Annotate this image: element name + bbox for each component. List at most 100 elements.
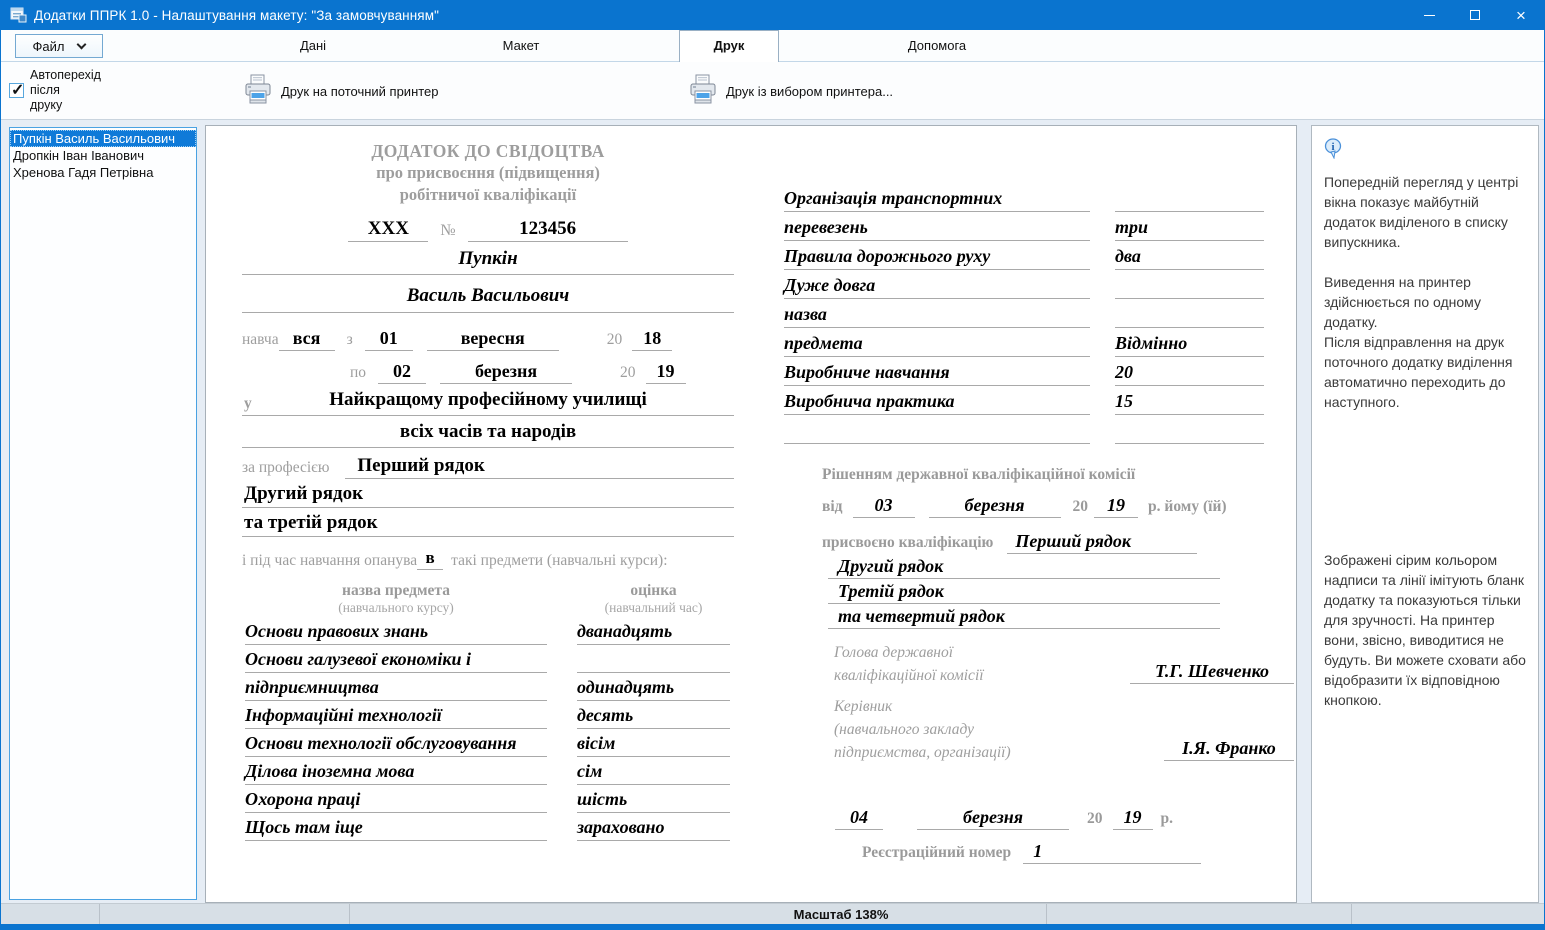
autotransition-checkbox[interactable]: ✓ bbox=[9, 83, 24, 98]
registration-label: Реєстраційний номер bbox=[862, 844, 1011, 864]
app-icon bbox=[10, 7, 27, 23]
study-to-row: по 02 березня 20 19 bbox=[242, 354, 734, 384]
app-window: Додатки ППРК 1.0 - Налаштування макету: … bbox=[0, 0, 1545, 930]
subject-grade-field: десять bbox=[577, 705, 730, 729]
issue-year-field: 19 bbox=[1113, 807, 1153, 830]
autotransition-label: Автоперехід після друку bbox=[30, 68, 101, 113]
tab[interactable]: Друк bbox=[625, 30, 833, 62]
subject-name-field: Дуже довга bbox=[784, 275, 1090, 299]
info-icon: i bbox=[1324, 146, 1343, 163]
list-item[interactable]: Хренова Гадя Петрівна bbox=[10, 164, 196, 181]
subject-name-field: Правила дорожнього руху bbox=[784, 246, 1090, 270]
subject-grade-field: два bbox=[1115, 246, 1264, 270]
subject-name-field bbox=[784, 441, 1090, 444]
subject-grade-field bbox=[1115, 325, 1264, 328]
surname-field: Пупкін bbox=[242, 242, 734, 275]
statusbar-divider bbox=[99, 904, 100, 924]
decision-day-field: 03 bbox=[853, 495, 915, 518]
subject-grade-field bbox=[1115, 296, 1264, 299]
check-icon: ✓ bbox=[11, 80, 24, 100]
window-title: Додатки ППРК 1.0 - Налаштування макету: … bbox=[34, 8, 439, 23]
maximize-button[interactable] bbox=[1452, 0, 1498, 30]
chevron-down-icon bbox=[77, 39, 87, 49]
autotransition-group: ✓ Автоперехід після друку bbox=[9, 68, 101, 113]
mastered-ending-field: в bbox=[417, 548, 443, 570]
tab[interactable]: Допомога bbox=[833, 30, 1041, 62]
minimize-button[interactable] bbox=[1406, 0, 1452, 30]
printer-icon bbox=[689, 74, 717, 109]
study-from-row: навча вся з 01 вересня 20 18 bbox=[242, 321, 734, 351]
profession-field-3: та третій рядок bbox=[242, 508, 734, 537]
profession-field-1: Перший рядок bbox=[345, 455, 734, 479]
subject-grade-field: сім bbox=[577, 761, 730, 785]
subject-grade-field: вісім bbox=[577, 733, 730, 757]
qualification-row-1: присвоєно кваліфікацію Перший рядок bbox=[822, 526, 1294, 554]
printer-icon bbox=[244, 74, 272, 109]
subject-name-field: Ділова іноземна мова bbox=[245, 761, 547, 785]
subject-name-field: предмета bbox=[784, 333, 1090, 357]
subject-name-field: назва bbox=[784, 304, 1090, 328]
subjects-table-left: Основи правових знань дванадцять Основи … bbox=[245, 617, 734, 841]
subject-name-field: Основи технології обслуговування bbox=[245, 733, 547, 757]
tab[interactable]: Макет bbox=[417, 30, 625, 62]
from-month-field: вересня bbox=[427, 328, 559, 351]
head-name-field: Т.Г. Шевченко bbox=[1130, 661, 1294, 684]
print-current-button[interactable]: Друк на поточний принтер bbox=[244, 74, 439, 109]
info-text: Зображені сірим кольором надписи та ліні… bbox=[1324, 550, 1526, 710]
number-field: 123456 bbox=[468, 218, 628, 242]
tab[interactable]: Дані bbox=[209, 30, 417, 62]
subject-name-field: Основи правових знань bbox=[245, 621, 547, 645]
certificate-preview: ДОДАТОК ДО СВІДОЦТВА про присвоєння (під… bbox=[205, 125, 1297, 903]
from-year-field: 18 bbox=[632, 328, 672, 351]
table-row bbox=[784, 415, 1294, 444]
qualification-field-4: та четвертий рядок bbox=[828, 604, 1220, 629]
statusbar-divider bbox=[1351, 904, 1352, 924]
close-button[interactable]: × bbox=[1498, 0, 1544, 30]
table-row: підприємництва одинадцять bbox=[245, 673, 734, 701]
print-choose-button[interactable]: Друк із вибором принтера... bbox=[689, 74, 893, 109]
subject-name-field: перевезень bbox=[784, 217, 1090, 241]
to-year-field: 19 bbox=[646, 361, 686, 384]
table-row: Основи правових знань дванадцять bbox=[245, 617, 734, 645]
table-row: предмета Відмінно bbox=[784, 328, 1294, 357]
subject-grade-field: одинадцять bbox=[577, 677, 730, 701]
subject-name-field: Організація транспортних bbox=[784, 188, 1090, 212]
subject-grade-field bbox=[1115, 441, 1264, 444]
subject-name-field: Щось там іще bbox=[245, 817, 547, 841]
table-row: назва bbox=[784, 299, 1294, 328]
statusbar-divider bbox=[1046, 904, 1047, 924]
title-bar: Додатки ППРК 1.0 - Налаштування макету: … bbox=[1, 0, 1544, 30]
print-current-label: Друк на поточний принтер bbox=[281, 84, 439, 99]
print-choose-label: Друк із вибором принтера... bbox=[726, 84, 893, 99]
subject-grade-field: 20 bbox=[1115, 362, 1264, 386]
minimize-icon bbox=[1424, 15, 1435, 16]
qualification-field-2: Другий рядок bbox=[828, 554, 1220, 579]
subject-grade-field: 15 bbox=[1115, 391, 1264, 415]
subject-grade-field: три bbox=[1115, 217, 1264, 241]
table-row: Основи галузевої економіки і bbox=[245, 645, 734, 673]
subject-grade-field bbox=[577, 670, 730, 673]
series-field: XXX bbox=[348, 218, 428, 242]
info-panel: i Попередній перегляд у центрі вікна пок… bbox=[1311, 125, 1539, 903]
list-item[interactable]: Дропкін Іван Іванович bbox=[10, 147, 196, 164]
subject-name-field: Виробниче навчання bbox=[784, 362, 1090, 386]
director-signature-row: Керівник (навчального закладу підприємст… bbox=[834, 695, 1294, 764]
to-day-field: 02 bbox=[378, 361, 426, 384]
mastered-row: і під час навчання опанува в такі предме… bbox=[242, 547, 734, 570]
profession-row-1: за професією Перший рядок bbox=[242, 448, 734, 479]
subject-grade-field: шість bbox=[577, 789, 730, 813]
certificate-right-column: Організація транспортних перевезень три … bbox=[784, 141, 1294, 864]
study-ending-field: вся bbox=[279, 328, 335, 351]
table-row: Щось там іще зараховано bbox=[245, 813, 734, 841]
profession-field-2: Другий рядок bbox=[242, 479, 734, 508]
subject-grade-field bbox=[1115, 209, 1264, 212]
status-bar: Масштаб 138% bbox=[1, 903, 1544, 924]
subject-column-title: назва предмета bbox=[245, 582, 547, 600]
subject-grade-field: Відмінно bbox=[1115, 333, 1264, 357]
info-text: Попередній перегляд у центрі вікна показ… bbox=[1324, 172, 1526, 252]
director-name-field: І.Я. Франко bbox=[1164, 738, 1294, 761]
qualification-field-1: Перший рядок bbox=[1007, 531, 1197, 554]
list-item[interactable]: Пупкін Василь Васильович bbox=[10, 130, 196, 147]
file-menu-button[interactable]: Файл bbox=[15, 34, 103, 58]
subject-name-field: підприємництва bbox=[245, 677, 547, 701]
